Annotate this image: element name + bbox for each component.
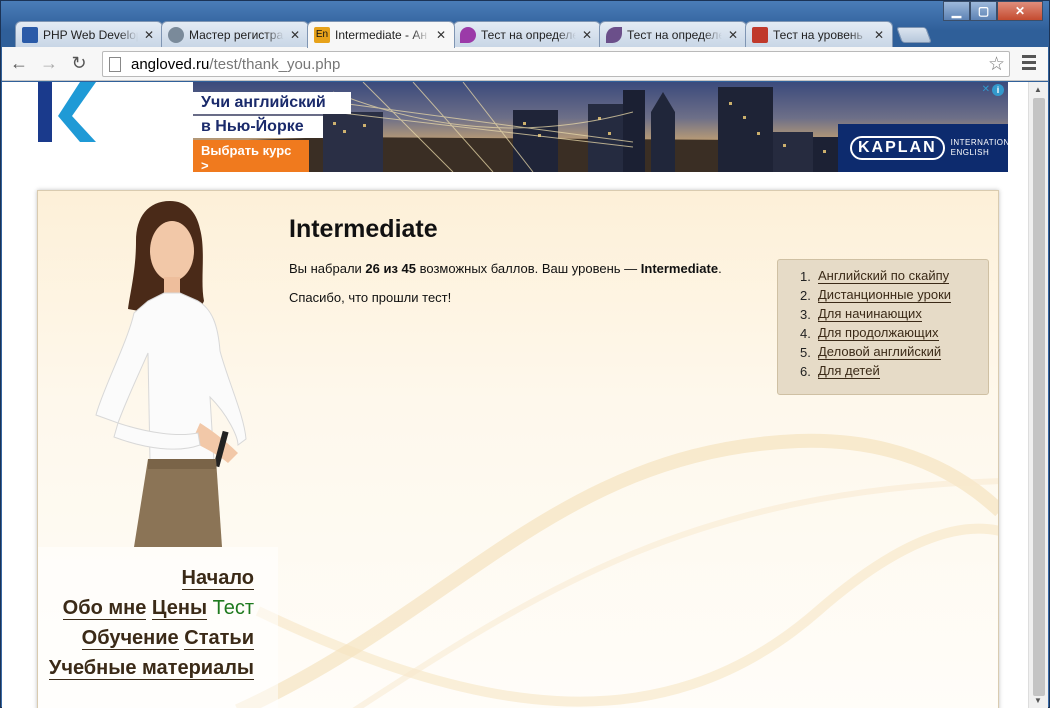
result-text: Вы набрали 26 из 45 возможных баллов. Ва…: [289, 261, 722, 276]
nav-home-link[interactable]: Начало: [181, 567, 254, 590]
kaplan-brand: KAPLAN: [850, 136, 945, 160]
page-viewport: Учи английский в Нью-Йорке Выбрать курс …: [2, 82, 1048, 708]
tab-level-test-1[interactable]: Тест на определе ✕: [453, 21, 601, 47]
url-host: angloved.ru: [131, 55, 210, 73]
tab-favicon-icon: En: [314, 27, 330, 43]
ad-close-icon[interactable]: ✕: [982, 84, 990, 95]
list-item: 4. Для продолжающих: [800, 325, 939, 341]
bridge-cables-image: [333, 82, 633, 172]
tab-title: Мастер регистра: [189, 27, 284, 42]
ad-cta-button[interactable]: Выбрать курс >: [193, 140, 309, 172]
tab-close-icon[interactable]: ✕: [580, 28, 594, 42]
close-window-button[interactable]: ✕: [997, 1, 1043, 21]
ad-headline-2: в Нью-Йорке: [193, 116, 323, 138]
service-link-beginners[interactable]: Для начинающих: [818, 307, 922, 322]
tab-favicon-icon: [22, 26, 38, 43]
browser-window: ▁ ▢ ✕ PHP Web Develop ✕ Мастер регистра …: [0, 0, 1050, 708]
nav-articles-link[interactable]: Статьи: [184, 627, 254, 650]
nav-about-link[interactable]: Обо мне: [62, 597, 147, 620]
tab-close-icon[interactable]: ✕: [434, 28, 448, 42]
scrollbar-thumb[interactable]: [1033, 98, 1045, 696]
nav-materials-link[interactable]: Учебные материалы: [48, 657, 254, 680]
tab-title: Тест на определе: [627, 27, 722, 42]
browser-toolbar: ← → ↻ angloved.ru/test/thank_you.php ☆: [2, 47, 1048, 81]
tab-level-test-2[interactable]: Тест на определе ✕: [599, 21, 747, 47]
tab-php-web-develop[interactable]: PHP Web Develop ✕: [15, 21, 163, 47]
tab-favicon-icon: [752, 26, 768, 43]
content-card: Начало Обо мне Цены Тест Обучение Статьи…: [37, 190, 999, 708]
chrome-menu-icon[interactable]: [1022, 55, 1036, 73]
ad-info-icon[interactable]: i: [992, 84, 1004, 96]
tab-registration-wizard[interactable]: Мастер регистра ✕: [161, 21, 309, 47]
tab-favicon-icon: [460, 26, 476, 43]
service-link-continuing[interactable]: Для продолжающих: [818, 326, 939, 341]
page-icon: [109, 56, 121, 72]
list-item: 1. Английский по скайпу: [800, 268, 950, 284]
tab-close-icon[interactable]: ✕: [872, 28, 886, 42]
nav-test-current: Тест: [212, 597, 254, 619]
tab-favicon-icon: [168, 26, 184, 43]
page-title: Intermediate: [289, 215, 438, 243]
nav-prices-link[interactable]: Цены: [151, 597, 208, 620]
tab-strip: PHP Web Develop ✕ Мастер регистра ✕ En I…: [15, 21, 932, 48]
level-value: Intermediate: [640, 261, 719, 276]
bookmark-star-icon[interactable]: ☆: [988, 53, 1005, 76]
kaplan-sub: INTERNATIONALENGLISH: [950, 138, 1008, 157]
maximize-button[interactable]: ▢: [970, 1, 997, 21]
tab-intermediate[interactable]: En Intermediate - Ан ✕: [307, 21, 455, 48]
reload-icon[interactable]: ↻: [66, 51, 92, 77]
services-box: 1. Английский по скайпу 2. Дистанционные у…: [777, 259, 989, 395]
tab-close-icon[interactable]: ✕: [288, 28, 302, 42]
list-item: 2. Дистанционные уроки: [800, 287, 952, 303]
nav-learning-link[interactable]: Обучение: [81, 627, 179, 650]
service-link-remote[interactable]: Дистанционные уроки: [818, 288, 952, 303]
banner-ad[interactable]: Учи английский в Нью-Йорке Выбрать курс …: [193, 82, 1008, 172]
score-value: 26 из 45: [365, 261, 417, 276]
url-path: /test/thank_you.php: [209, 55, 341, 73]
vertical-scrollbar[interactable]: ▲ ▼: [1028, 82, 1048, 708]
tab-close-icon[interactable]: ✕: [726, 28, 740, 42]
window-controls: ▁ ▢ ✕: [943, 1, 1043, 21]
list-item: 3. Для начинающих: [800, 306, 922, 322]
address-bar[interactable]: angloved.ru/test/thank_you.php ☆: [102, 51, 1010, 77]
service-link-kids[interactable]: Для детей: [818, 364, 880, 379]
teacher-photo: [95, 201, 247, 547]
service-link-skype[interactable]: Английский по скайпу: [818, 269, 950, 284]
site-logo-icon[interactable]: [38, 82, 98, 142]
tab-title: Тест на уровень: [773, 27, 863, 42]
minimize-button[interactable]: ▁: [943, 1, 970, 21]
kaplan-logo[interactable]: KAPLAN INTERNATIONALENGLISH: [838, 124, 1008, 172]
main-navigation: Начало Обо мне Цены Тест Обучение Статьи…: [38, 547, 278, 708]
tab-title: PHP Web Develop: [43, 27, 138, 42]
list-item: 6. Для детей: [800, 363, 880, 379]
forward-arrow-icon[interactable]: →: [36, 51, 62, 77]
thanks-text: Спасибо, что прошли тест!: [289, 290, 452, 305]
tab-title: Intermediate - Ан: [335, 28, 427, 42]
scroll-down-arrow-icon[interactable]: ▼: [1034, 696, 1042, 705]
tab-favicon-icon: [606, 26, 622, 43]
back-arrow-icon[interactable]: ←: [6, 51, 32, 77]
tab-close-icon[interactable]: ✕: [142, 28, 156, 42]
scroll-up-arrow-icon[interactable]: ▲: [1034, 85, 1042, 94]
new-tab-button[interactable]: [896, 27, 932, 43]
list-item: 5. Деловой английский: [800, 344, 942, 360]
tab-level-test-3[interactable]: Тест на уровень ✕: [745, 21, 893, 47]
ad-headline-1: Учи английский: [193, 92, 351, 114]
service-link-business[interactable]: Деловой английский: [818, 345, 942, 360]
tab-title: Тест на определе: [481, 27, 576, 42]
